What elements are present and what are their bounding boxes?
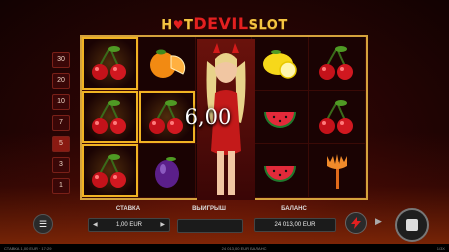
payline-20[interactable]: 20 — [52, 73, 70, 89]
payline-1[interactable]: 1 — [52, 178, 70, 194]
cherry-icon — [319, 99, 354, 134]
win-amount: 6,00 — [184, 105, 232, 129]
status-right: 1/3X — [436, 245, 445, 251]
reel-cell-cherry — [309, 90, 366, 145]
orange-icon — [149, 49, 185, 79]
watermelon-icon — [264, 111, 297, 128]
bet-value: 1,00 EUR — [115, 222, 142, 228]
plum-icon — [154, 156, 179, 188]
bet-decrease-icon[interactable]: ◀ — [93, 221, 98, 228]
bet-increase-icon[interactable]: ▶ — [160, 221, 165, 228]
payline-5[interactable]: 5 — [52, 136, 70, 152]
reel-cell-watermelon — [252, 144, 310, 198]
turbo-button[interactable] — [345, 212, 367, 234]
win-field — [177, 219, 243, 233]
watermelon-icon — [264, 165, 297, 182]
reel-cell-cherry — [82, 90, 139, 145]
reel-cell-trident — [309, 144, 366, 198]
cherry-icon — [91, 99, 126, 134]
reel-cell-lemon — [252, 37, 310, 91]
lightning-icon — [351, 217, 361, 229]
balance-field: 24 013,00 EUR — [254, 218, 336, 232]
payline-7[interactable]: 7 — [52, 115, 70, 131]
bottom-bar: ☰ СТАВКА ◀ 1,00 EUR ▶ ВЫИГРЫШ БАЛАНС 24 … — [0, 206, 449, 244]
reel-cell-watermelon — [252, 90, 310, 145]
play-icon: ▶ — [375, 216, 382, 226]
stop-icon — [406, 219, 418, 231]
trident-icon — [327, 153, 348, 189]
reel-cell-cherry — [82, 37, 139, 91]
reel-cell-cherry — [82, 144, 139, 198]
status-bar: СТАВКА 1,00 EUR · 17:29 24 013,00 EUR БА… — [0, 244, 449, 252]
payline-3[interactable]: 3 — [52, 157, 70, 173]
cherry-icon — [319, 46, 354, 81]
reel-cell-plum — [138, 144, 196, 198]
status-center: 24 013,00 EUR БАЛАНС — [221, 245, 267, 251]
win-label: ВЫИГРЫШ — [192, 206, 226, 212]
balance-value: 24 013,00 EUR — [274, 222, 316, 228]
balance-label: БАЛАНС — [281, 206, 307, 212]
bet-label: СТАВКА — [115, 206, 141, 212]
payline-10[interactable]: 10 — [52, 94, 70, 110]
payline-30[interactable]: 30 — [52, 52, 70, 68]
heart-icon: ♥ — [172, 18, 184, 32]
cherry-icon — [91, 153, 126, 188]
autoplay-button[interactable]: ▶ — [375, 216, 382, 227]
spin-button[interactable] — [395, 208, 429, 242]
status-left: СТАВКА 1,00 EUR · 17:29 — [4, 245, 52, 251]
cherry-icon — [91, 46, 126, 81]
game-logo: H♥TDEVILSLOT — [161, 14, 288, 33]
lemon-icon — [263, 50, 298, 80]
bet-field[interactable]: ◀ 1,00 EUR ▶ — [88, 218, 170, 232]
reel-cell-orange — [138, 37, 196, 91]
menu-icon: ☰ — [38, 218, 48, 229]
reel-cell-cherry — [309, 37, 366, 91]
paylines-selector: 30 20 10 7 5 3 1 — [52, 52, 70, 199]
menu-button[interactable]: ☰ — [33, 214, 53, 234]
